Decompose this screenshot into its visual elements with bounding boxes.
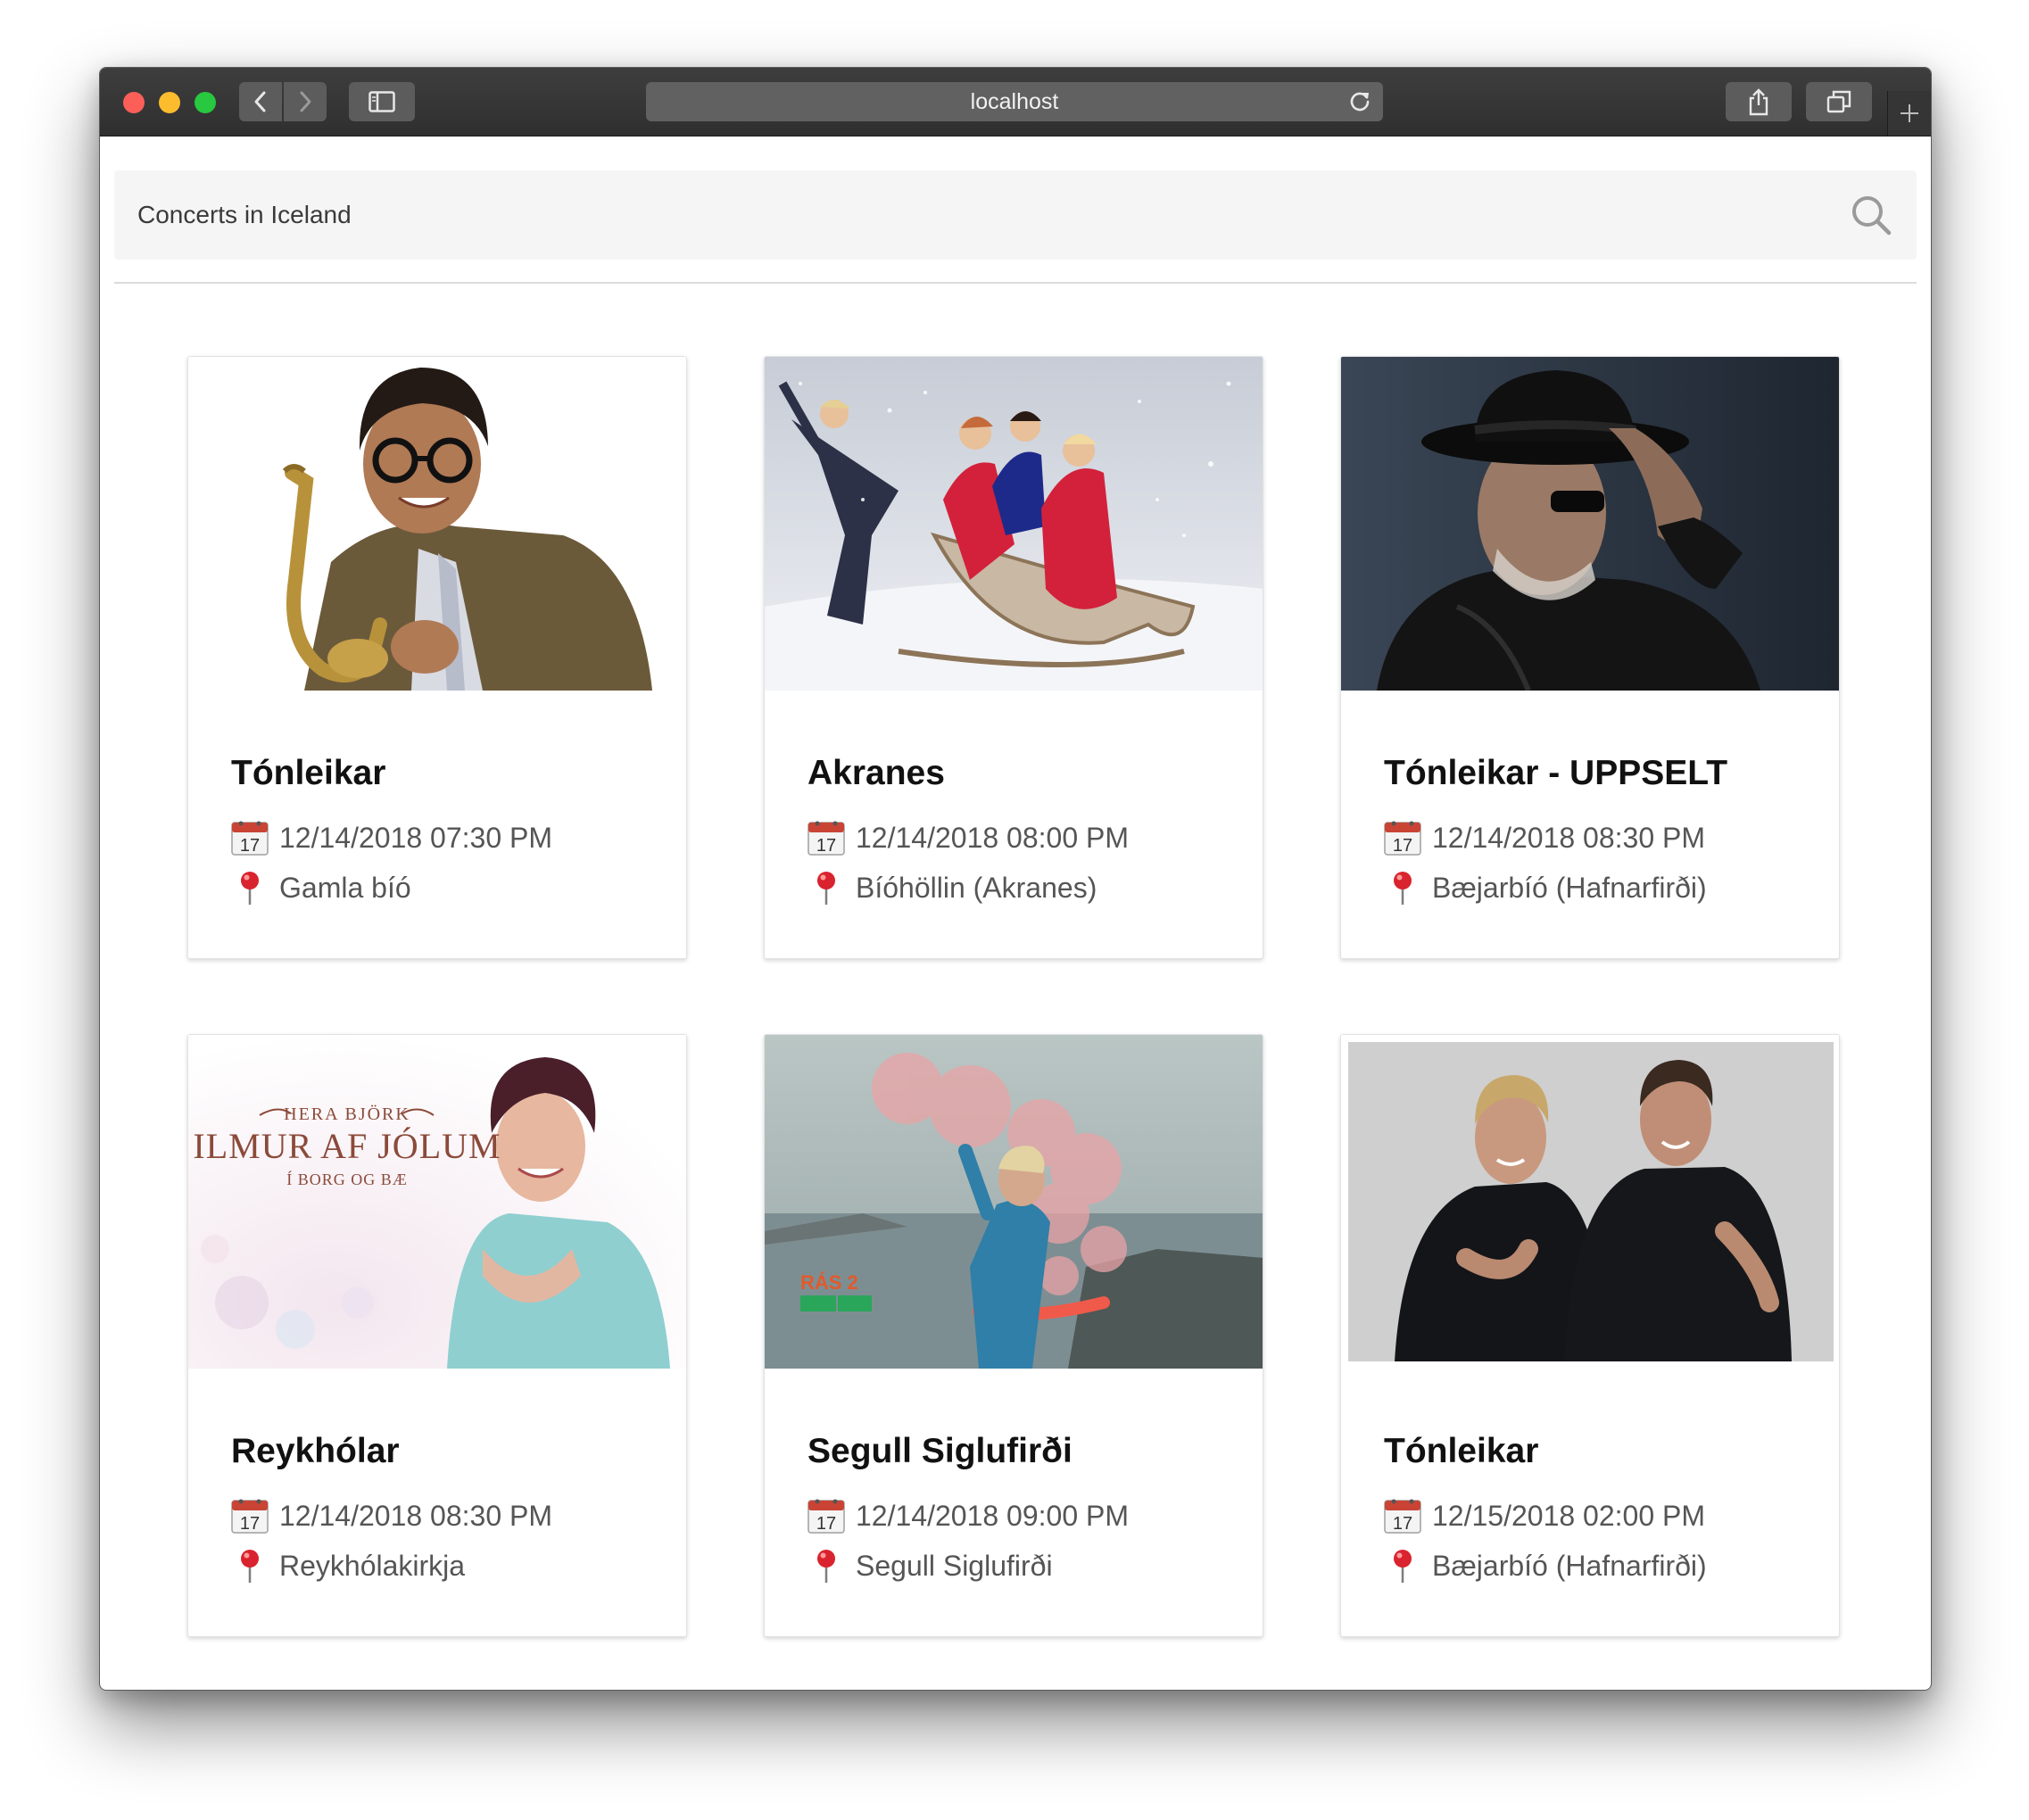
svg-text:17: 17 xyxy=(240,1514,260,1534)
browser-window: localhost Concerts in Iceland Tónleikar … xyxy=(99,67,1932,1691)
svg-text:Í BORG OG BÆ: Í BORG OG BÆ xyxy=(286,1170,408,1188)
concert-date: 17 12/14/2018 08:30 PM xyxy=(1384,820,1705,856)
concert-image xyxy=(1341,357,1839,691)
concert-image xyxy=(765,357,1263,691)
calendar-icon: 17 xyxy=(1384,821,1421,856)
concert-location-text: Segull Siglufirði xyxy=(856,1549,1053,1582)
concert-date-text: 12/15/2018 02:00 PM xyxy=(1432,1499,1706,1532)
svg-text:17: 17 xyxy=(816,836,836,856)
concert-date: 17 12/14/2018 09:00 PM xyxy=(807,1498,1129,1534)
concert-date: 17 12/14/2018 07:30 PM xyxy=(231,820,552,856)
reload-icon[interactable] xyxy=(1347,89,1372,114)
search-input[interactable] xyxy=(114,170,1810,260)
minimize-window-button[interactable] xyxy=(159,92,180,113)
concert-image xyxy=(1341,1035,1839,1369)
svg-text:HERA BJÖRK: HERA BJÖRK xyxy=(284,1104,410,1124)
sidebar-toggle-button[interactable] xyxy=(349,82,415,121)
concert-location-text: Bíóhöllin (Akranes) xyxy=(856,871,1097,904)
svg-text:RÁS 2: RÁS 2 xyxy=(800,1271,858,1294)
chevron-right-icon xyxy=(300,91,311,112)
concert-card[interactable]: Tónleikar 17 12/15/2018 02:00 PM Bæjarbí… xyxy=(1340,1034,1840,1637)
concert-card[interactable]: Tónleikar 17 12/14/2018 07:30 PM Gamla b… xyxy=(187,356,687,959)
address-bar[interactable]: localhost xyxy=(646,82,1383,121)
pushpin-icon xyxy=(241,1550,259,1583)
plus-icon xyxy=(1901,104,1918,122)
concert-title[interactable]: Akranes xyxy=(807,754,945,793)
concert-card[interactable]: Akranes 17 12/14/2018 08:00 PM Bíóhöllin… xyxy=(764,356,1263,959)
concert-image xyxy=(188,357,686,691)
concert-image: HERA BJÖRK ILMUR AF JÓLUM Í BORG OG BÆ xyxy=(188,1035,686,1369)
concert-date: 17 12/15/2018 02:00 PM xyxy=(1384,1498,1705,1534)
new-tab-button[interactable] xyxy=(1887,91,1931,136)
calendar-icon: 17 xyxy=(807,821,845,856)
concert-image: RÁS 2 xyxy=(765,1035,1263,1369)
concert-location-text: Bæjarbíó (Hafnarfirði) xyxy=(1432,1549,1707,1582)
concert-location: Gamla bíó xyxy=(231,870,411,906)
calendar-icon: 17 xyxy=(231,1499,269,1534)
concert-date-text: 12/14/2018 07:30 PM xyxy=(279,821,553,854)
concert-title[interactable]: Reykhólar xyxy=(231,1432,400,1471)
concert-date: 17 12/14/2018 08:30 PM xyxy=(231,1498,552,1534)
search-bar xyxy=(114,170,1917,260)
sidebar-icon xyxy=(369,91,395,112)
browser-toolbar: localhost xyxy=(100,68,1931,136)
zoom-window-button[interactable] xyxy=(195,92,216,113)
svg-text:ILMUR AF JÓLUM: ILMUR AF JÓLUM xyxy=(193,1126,501,1166)
svg-text:17: 17 xyxy=(816,1514,836,1534)
svg-text:17: 17 xyxy=(240,836,260,856)
svg-text:17: 17 xyxy=(1393,1514,1412,1534)
concert-location: Bæjarbíó (Hafnarfirði) xyxy=(1384,1548,1707,1584)
concert-date: 17 12/14/2018 08:00 PM xyxy=(807,820,1129,856)
divider xyxy=(114,282,1917,284)
concert-card[interactable]: HERA BJÖRK ILMUR AF JÓLUM Í BORG OG BÆ R… xyxy=(187,1034,687,1637)
forward-button[interactable] xyxy=(284,82,327,121)
chevron-left-icon xyxy=(254,91,266,112)
pushpin-icon xyxy=(817,872,835,905)
concert-location-text: Gamla bíó xyxy=(279,871,411,904)
concert-title[interactable]: Segull Siglufirði xyxy=(807,1432,1072,1471)
pushpin-icon xyxy=(1394,1550,1412,1583)
concert-location: Bæjarbíó (Hafnarfirði) xyxy=(1384,870,1707,906)
concert-date-text: 12/14/2018 08:00 PM xyxy=(856,821,1130,854)
concert-title[interactable]: Tónleikar xyxy=(1384,1432,1538,1471)
concert-location-text: Bæjarbíó (Hafnarfirði) xyxy=(1432,871,1707,904)
tabs-overview-button[interactable] xyxy=(1806,82,1872,121)
concert-location-text: Reykhólakirkja xyxy=(279,1549,466,1582)
concert-card[interactable]: Tónleikar - UPPSELT 17 12/14/2018 08:30 … xyxy=(1340,356,1840,959)
pushpin-icon xyxy=(1394,872,1412,905)
concert-location: Bíóhöllin (Akranes) xyxy=(807,870,1097,906)
tabs-icon xyxy=(1826,90,1851,113)
share-button[interactable] xyxy=(1726,82,1792,121)
calendar-icon: 17 xyxy=(1384,1499,1421,1534)
pushpin-icon xyxy=(241,872,259,905)
share-icon xyxy=(1749,88,1768,116)
close-window-button[interactable] xyxy=(123,92,145,113)
pushpin-icon xyxy=(817,1550,835,1583)
concert-title[interactable]: Tónleikar - UPPSELT xyxy=(1384,754,1727,793)
concert-location: Segull Siglufirði xyxy=(807,1548,1053,1584)
concert-card[interactable]: RÁS 2 Segull Siglufirði 17 12/14/2018 09… xyxy=(764,1034,1263,1637)
calendar-icon: 17 xyxy=(807,1499,845,1534)
concert-location: Reykhólakirkja xyxy=(231,1548,465,1584)
concert-date-text: 12/14/2018 08:30 PM xyxy=(1432,821,1706,854)
concert-title[interactable]: Tónleikar xyxy=(231,754,385,793)
svg-text:17: 17 xyxy=(1393,836,1412,856)
concert-date-text: 12/14/2018 09:00 PM xyxy=(856,1499,1130,1532)
back-button[interactable] xyxy=(239,82,282,121)
url-text: localhost xyxy=(970,88,1059,114)
concert-date-text: 12/14/2018 08:30 PM xyxy=(279,1499,553,1532)
search-icon[interactable] xyxy=(1851,194,1892,236)
calendar-icon: 17 xyxy=(231,821,269,856)
